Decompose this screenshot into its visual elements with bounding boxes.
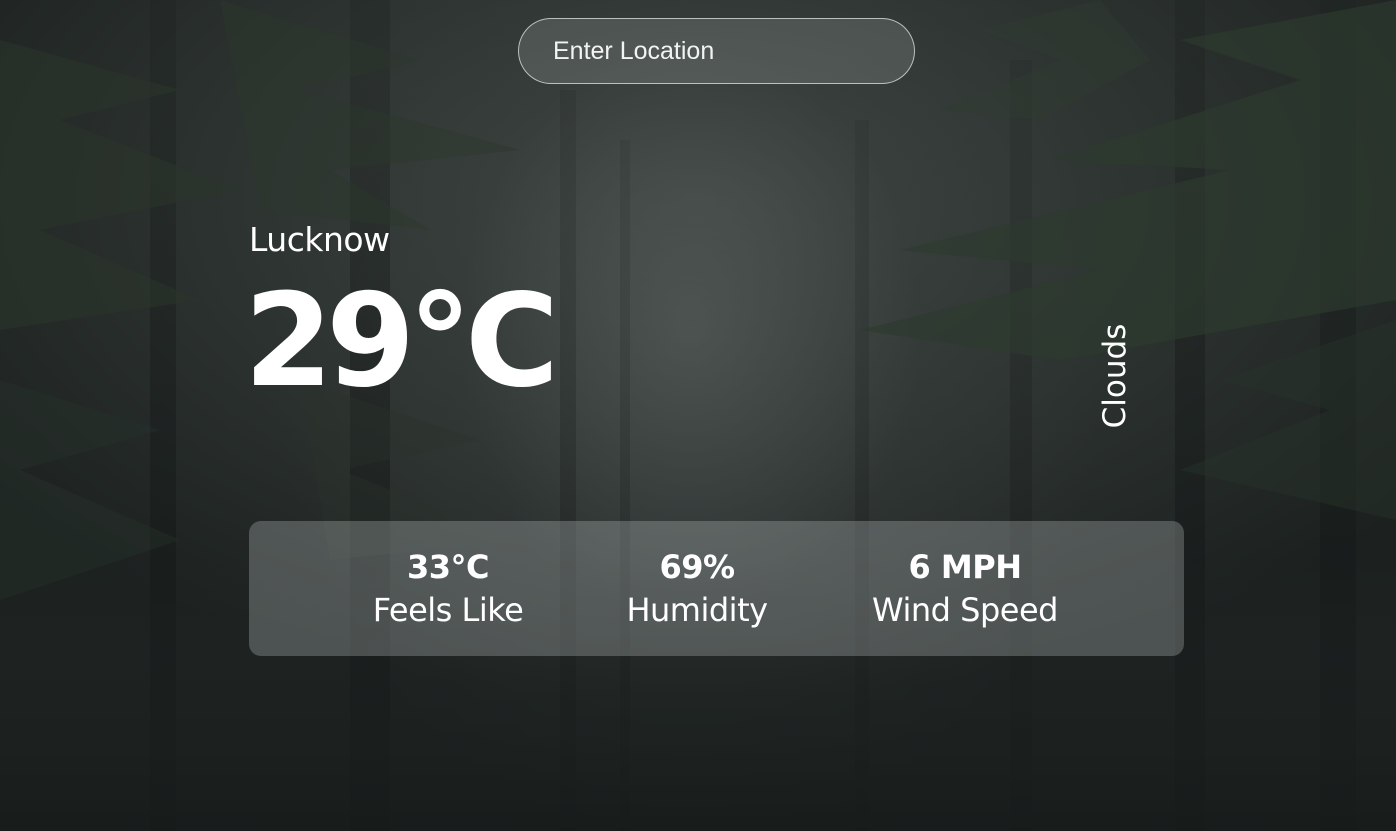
feels-like-stat: 33°C Feels Like bbox=[373, 547, 524, 633]
humidity-value: 69% bbox=[659, 548, 735, 586]
wind-speed-stat: 6 MPH Wind Speed bbox=[872, 547, 1058, 633]
wind-speed-value: 6 MPH bbox=[908, 548, 1022, 586]
current-temperature: 29°C bbox=[244, 267, 559, 416]
forest-background-image bbox=[0, 0, 1396, 831]
humidity-label: Humidity bbox=[626, 591, 768, 629]
weather-condition: Clouds bbox=[1097, 323, 1133, 429]
wind-speed-label: Wind Speed bbox=[872, 591, 1058, 629]
weather-app: Lucknow 29°C Clouds 33°C Feels Like 69% … bbox=[0, 0, 1396, 831]
location-search bbox=[518, 18, 915, 84]
feels-like-label: Feels Like bbox=[372, 591, 524, 629]
humidity-stat: 69% Humidity bbox=[626, 547, 768, 633]
location-search-input[interactable] bbox=[518, 18, 915, 84]
weather-details-panel: 33°C Feels Like 69% Humidity 6 MPH Wind … bbox=[249, 521, 1184, 656]
location-name: Lucknow bbox=[249, 220, 390, 259]
feels-like-value: 33°C bbox=[406, 548, 490, 586]
